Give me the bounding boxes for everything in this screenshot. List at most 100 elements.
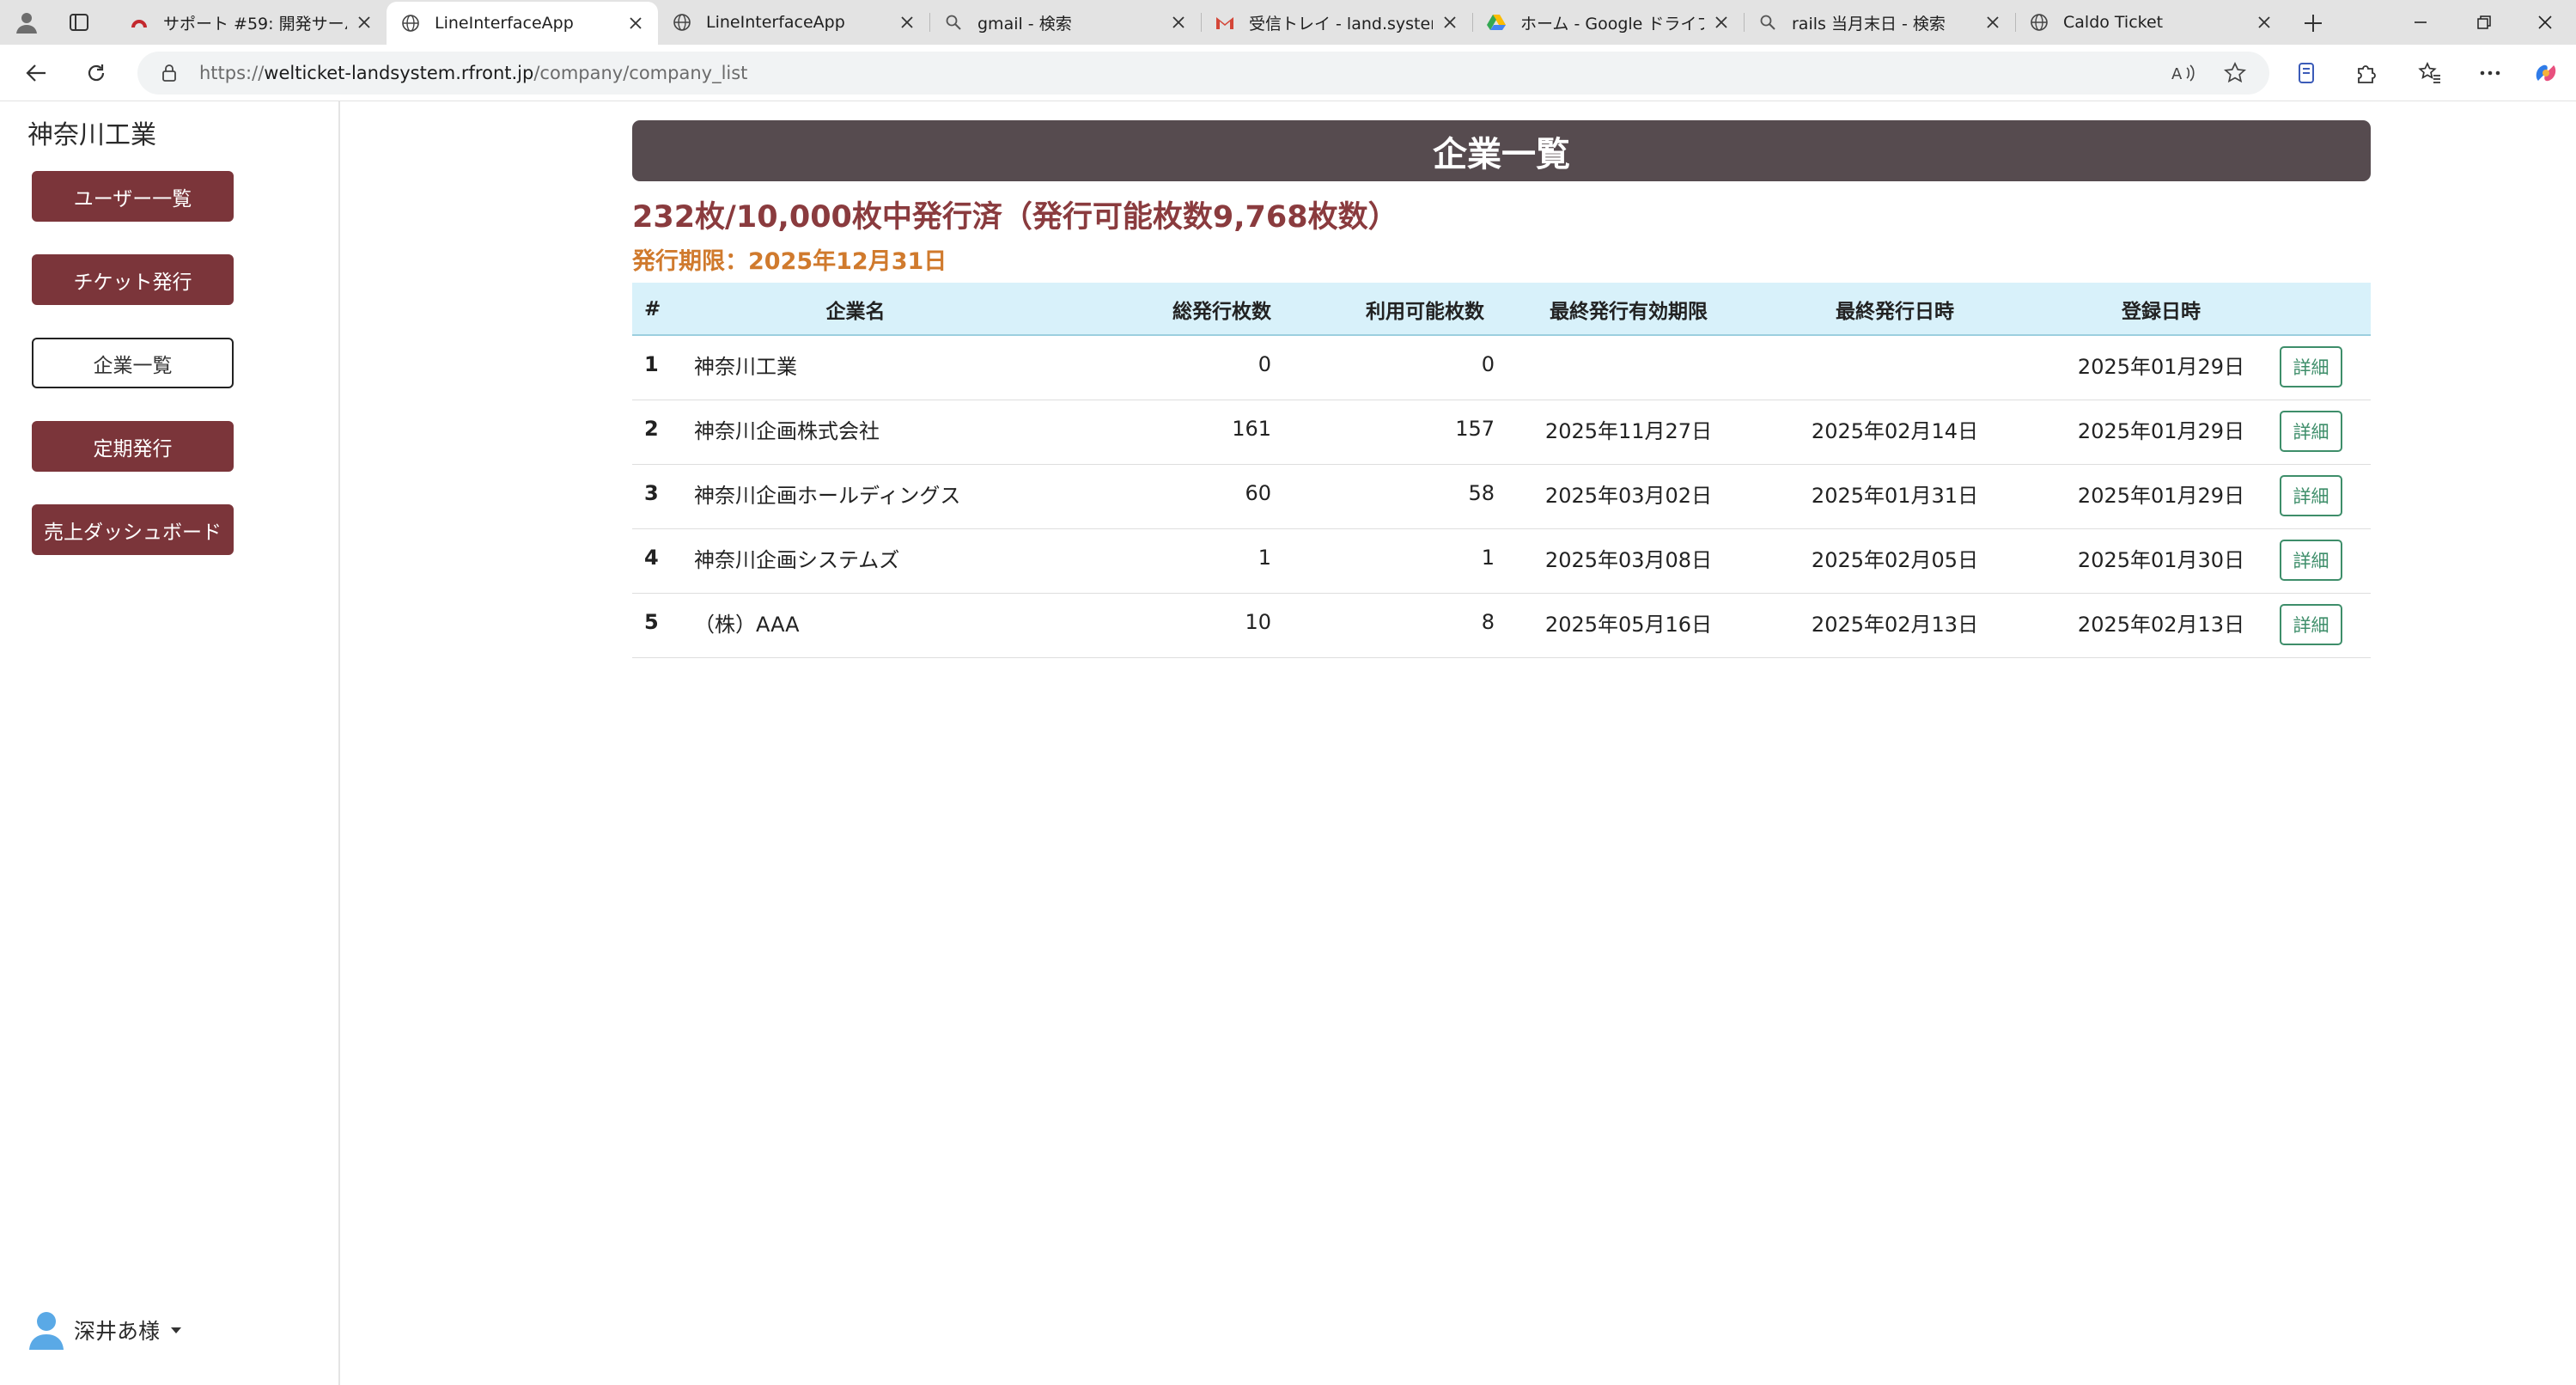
reload-icon[interactable] xyxy=(81,58,112,88)
sidebar-item-user-list[interactable]: ユーザー一覧 xyxy=(32,171,234,222)
cell-expiry: 2025年03月02日 xyxy=(1544,483,1713,508)
search-icon xyxy=(1757,12,1778,33)
search-icon xyxy=(943,12,964,33)
url-host: welticket-landsystem.rfront.jp xyxy=(264,63,534,83)
cell-company: 神奈川企画ホールディングス xyxy=(694,483,961,508)
cell-index: 3 xyxy=(644,481,659,505)
cell-registered: 2025年01月30日 xyxy=(2077,547,2245,572)
browser-tab[interactable]: サポート #59: 開発サーバー環境 xyxy=(115,0,387,45)
copilot-icon[interactable] xyxy=(2531,58,2561,88)
profile-icon[interactable] xyxy=(12,8,41,37)
header-registered: 登録日時 xyxy=(2122,301,2201,323)
close-icon[interactable] xyxy=(1168,12,1189,33)
detail-button[interactable]: 詳細 xyxy=(2280,346,2342,387)
back-icon[interactable] xyxy=(21,58,52,88)
favorite-star-icon[interactable] xyxy=(2221,59,2249,87)
header-last-issued: 最終発行日時 xyxy=(1836,301,1954,323)
close-icon[interactable] xyxy=(1711,12,1732,33)
tab-title: rails 当月末日 - 検索 xyxy=(1792,14,1946,34)
cell-last-issued xyxy=(1757,336,2032,393)
cell-company: 神奈川企画株式会社 xyxy=(694,418,880,443)
browser-tab-bar: サポート #59: 開発サーバー環境 LineInterfaceApp Line… xyxy=(0,0,2576,45)
read-aloud-icon[interactable]: A xyxy=(2170,59,2197,87)
close-icon[interactable] xyxy=(897,12,917,33)
tab-title: ホーム - Google ドライブ xyxy=(1520,14,1704,34)
minimize-icon[interactable] xyxy=(2390,0,2451,45)
gmail-icon xyxy=(1215,12,1235,33)
sidebar-item-company-list[interactable]: 企業一覧 xyxy=(32,338,234,388)
cell-available: 58 xyxy=(1468,481,1495,505)
cell-company: 神奈川工業 xyxy=(694,354,797,379)
table-row: 4 神奈川企画システムズ 1 1 2025年03月08日 2025年02月05日… xyxy=(632,529,2371,594)
cell-available: 157 xyxy=(1455,417,1495,441)
page-title: 企業一覧 xyxy=(632,120,2371,181)
cell-total: 60 xyxy=(1245,481,1271,505)
sidebar-item-periodic-issue[interactable]: 定期発行 xyxy=(32,421,234,472)
lock-icon[interactable] xyxy=(156,60,182,86)
detail-button[interactable]: 詳細 xyxy=(2280,411,2342,452)
cell-registered: 2025年01月29日 xyxy=(2077,418,2245,443)
tab-title: LineInterfaceApp xyxy=(435,14,574,33)
close-icon[interactable] xyxy=(354,12,375,33)
user-avatar-icon xyxy=(27,1309,65,1351)
cell-company: 神奈川企画システムズ xyxy=(694,547,900,572)
cell-last-issued: 2025年02月05日 xyxy=(1811,547,1979,572)
issue-deadline: 発行期限：2025年12月31日 xyxy=(632,248,947,275)
issued-summary: 232枚/10,000枚中発行済（発行可能枚数9,768枚数） xyxy=(632,200,1398,235)
caret-down-icon xyxy=(170,1326,182,1334)
detail-button[interactable]: 詳細 xyxy=(2280,540,2342,581)
browser-tab[interactable]: Caldo Ticket xyxy=(2015,0,2287,45)
cell-registered: 2025年01月29日 xyxy=(2077,354,2245,379)
new-tab-icon[interactable] xyxy=(2299,9,2328,38)
detail-button[interactable]: 詳細 xyxy=(2280,475,2342,516)
svg-text:A: A xyxy=(2171,65,2183,83)
header-total: 総発行枚数 xyxy=(1172,301,1271,323)
cell-available: 8 xyxy=(1481,610,1495,634)
sidebar-company-name: 神奈川工業 xyxy=(27,120,156,150)
user-name: 深井あ様 xyxy=(74,1319,161,1344)
puzzle-icon[interactable] xyxy=(2352,58,2381,88)
cell-last-issued: 2025年02月13日 xyxy=(1811,612,1979,637)
close-icon[interactable] xyxy=(1982,12,2003,33)
globe-icon xyxy=(400,13,421,34)
tab-actions-icon[interactable] xyxy=(65,9,93,36)
close-icon[interactable] xyxy=(625,13,646,34)
detail-button[interactable]: 詳細 xyxy=(2280,604,2342,645)
browser-tab[interactable]: 受信トレイ - land.system.atsu xyxy=(1201,0,1472,45)
cell-expiry: 2025年11月27日 xyxy=(1544,418,1713,443)
table-row: 5 （株）AAA 10 8 2025年05月16日 2025年02月13日 20… xyxy=(632,594,2371,658)
tab-title: LineInterfaceApp xyxy=(706,13,845,32)
cell-index: 4 xyxy=(644,546,659,570)
browser-tab[interactable]: gmail - 検索 xyxy=(929,0,1201,45)
cell-expiry: 2025年05月16日 xyxy=(1544,612,1713,637)
cell-available: 0 xyxy=(1481,352,1495,376)
cell-index: 2 xyxy=(644,417,659,441)
more-icon[interactable] xyxy=(2476,58,2505,88)
browser-tab[interactable]: LineInterfaceApp xyxy=(658,0,929,45)
browser-tab[interactable]: ホーム - Google ドライブ xyxy=(1472,0,1744,45)
table-row: 2 神奈川企画株式会社 161 157 2025年11月27日 2025年02月… xyxy=(632,400,2371,465)
header-expiry: 最終発行有効期限 xyxy=(1550,301,1708,323)
address-input[interactable]: https://welticket-landsystem.rfront.jp/c… xyxy=(137,52,2269,95)
close-window-icon[interactable] xyxy=(2514,0,2576,45)
tab-title: 受信トレイ - land.system.atsu xyxy=(1249,14,1433,34)
cell-registered: 2025年01月29日 xyxy=(2077,483,2245,508)
tab-title: サポート #59: 開発サーバー環境 xyxy=(163,14,347,34)
close-icon[interactable] xyxy=(1440,12,1460,33)
extension-icon[interactable] xyxy=(2292,58,2321,88)
google-drive-icon xyxy=(1486,12,1507,33)
close-icon[interactable] xyxy=(2254,12,2275,33)
restore-icon[interactable] xyxy=(2453,0,2515,45)
table-row: 1 神奈川工業 0 0 2025年01月29日 詳細 xyxy=(632,336,2371,400)
cell-total: 1 xyxy=(1258,546,1271,570)
favorites-icon[interactable] xyxy=(2415,58,2445,88)
sidebar: 神奈川工業 ユーザー一覧 チケット発行 企業一覧 定期発行 売上ダッシュボード … xyxy=(0,101,340,1385)
table-row: 3 神奈川企画ホールディングス 60 58 2025年03月02日 2025年0… xyxy=(632,465,2371,529)
browser-tab[interactable]: rails 当月末日 - 検索 xyxy=(1744,0,2015,45)
user-menu[interactable]: 深井あ様 xyxy=(27,1309,182,1351)
header-company: 企業名 xyxy=(825,301,886,323)
browser-tab-active[interactable]: LineInterfaceApp xyxy=(387,2,658,45)
sidebar-item-sales-dashboard[interactable]: 売上ダッシュボード xyxy=(32,504,234,555)
url-scheme: https:// xyxy=(199,63,265,83)
sidebar-item-ticket-issue[interactable]: チケット発行 xyxy=(32,254,234,305)
